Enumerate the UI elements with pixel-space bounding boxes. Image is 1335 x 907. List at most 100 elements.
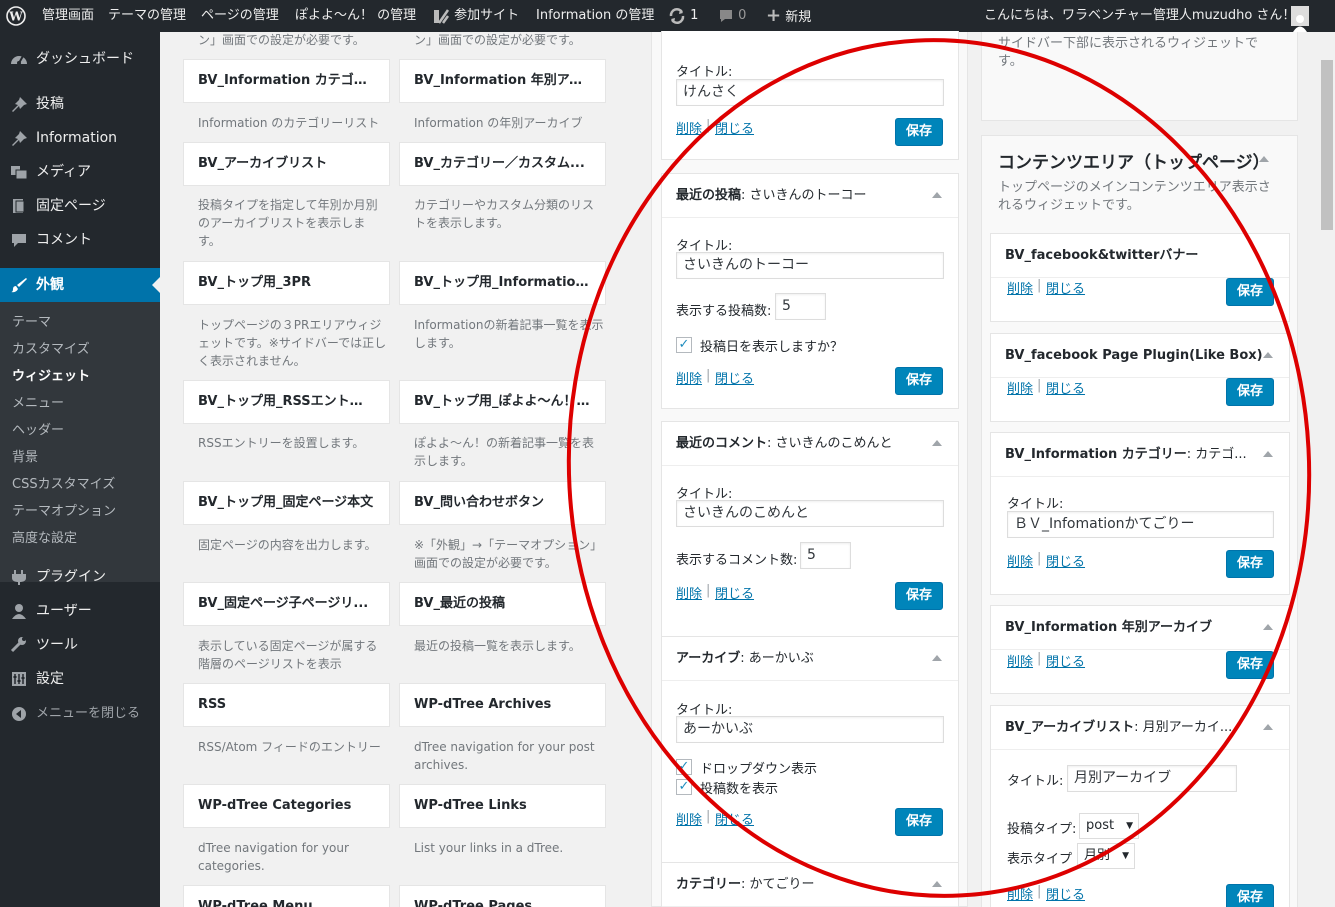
menu-item-appearance[interactable]: 外観	[0, 268, 160, 302]
count-input[interactable]: 5	[800, 542, 851, 569]
collapse-arrow-icon[interactable]	[932, 881, 942, 887]
save-button[interactable]: 保存	[895, 118, 943, 146]
collapse-arrow-icon[interactable]	[1263, 624, 1273, 630]
dropdown-checkbox[interactable]: ✓	[676, 759, 692, 775]
widget-item[interactable]: BV_トップ用_3PR	[183, 261, 390, 305]
menu-item-tools[interactable]: ツール	[0, 628, 160, 662]
show-count-checkbox[interactable]: ✓	[676, 779, 692, 795]
menu-item-dashboard[interactable]: ダッシュボード	[0, 42, 160, 76]
collapse-arrow-icon[interactable]	[1263, 352, 1273, 358]
page-scrollbar[interactable]	[1319, 32, 1335, 907]
menu-item-plugins[interactable]: プラグイン	[0, 560, 160, 594]
widget-item[interactable]: WP-dTree Archives	[399, 683, 606, 727]
submenu-header[interactable]: ヘッダー	[12, 418, 64, 444]
menu-item-information[interactable]: Information	[0, 121, 160, 155]
save-button[interactable]: 保存	[1226, 278, 1274, 306]
save-button[interactable]: 保存	[895, 808, 943, 836]
admin-bar-theme-manage[interactable]: テーマの管理	[108, 0, 186, 32]
delete-link[interactable]: 削除	[1007, 278, 1033, 297]
widget-item[interactable]: WP-dTree Links	[399, 784, 606, 828]
widget-item[interactable]: BV_Information カテゴリー	[183, 59, 390, 103]
close-link[interactable]: 閉じる	[1046, 651, 1085, 670]
post-type-select[interactable]: post ▼	[1079, 813, 1139, 839]
display-type-select[interactable]: 月別 ▼	[1077, 843, 1135, 869]
title-input[interactable]: けんさく	[676, 79, 944, 106]
widget-item[interactable]: WP-dTree Menu	[183, 885, 390, 907]
widget-header[interactable]: BV_facebook Page Plugin(Like Box)	[991, 334, 1289, 378]
widget-item[interactable]: BV_トップ用_Information ...	[399, 261, 606, 305]
admin-bar-poyoyo-manage[interactable]: ぽよよ〜ん！ の管理	[295, 0, 416, 32]
title-input[interactable]: さいきんのこめんと	[676, 500, 944, 527]
collapse-arrow-icon[interactable]	[1263, 451, 1273, 457]
widget-header[interactable]: BV_facebook&twitterバナー	[991, 234, 1289, 278]
area-collapse-arrow-icon[interactable]	[1259, 156, 1269, 162]
submenu-widgets[interactable]: ウィジェット	[12, 364, 90, 390]
save-button[interactable]: 保存	[895, 367, 943, 395]
submenu-menus[interactable]: メニュー	[12, 391, 64, 417]
widget-item[interactable]: WP-dTree Pages	[399, 885, 606, 907]
show-date-checkbox[interactable]: ✓	[676, 337, 692, 353]
widget-header[interactable]: カテゴリー: かてごりー	[662, 863, 958, 907]
widget-item[interactable]: WP-dTree Categories	[183, 784, 390, 828]
submenu-background[interactable]: 背景	[12, 445, 38, 471]
wordpress-logo-icon[interactable]: W	[6, 0, 26, 32]
widget-item[interactable]: RSS	[183, 683, 390, 727]
widget-item[interactable]: BV_固定ページ子ページリ...	[183, 582, 390, 626]
admin-bar-new[interactable]: + 新規	[766, 0, 811, 32]
delete-link[interactable]: 削除	[676, 583, 702, 602]
widget-header[interactable]: 最近の投稿: さいきんのトーコー	[662, 174, 958, 218]
widget-item[interactable]: BV_トップ用_ぽよよ〜ん！...	[399, 380, 606, 424]
delete-link[interactable]: 削除	[1007, 378, 1033, 397]
widget-item[interactable]: BV_問い合わせボタン	[399, 481, 606, 525]
widget-header[interactable]: 最近のコメント: さいきんのこめんと	[662, 422, 958, 466]
menu-item-posts[interactable]: 投稿	[0, 87, 160, 121]
save-button[interactable]: 保存	[1226, 884, 1274, 907]
widget-header[interactable]: BV_Information 年別アーカイブ	[991, 606, 1289, 650]
menu-collapse[interactable]: メニューを閉じる	[0, 697, 160, 731]
widget-item[interactable]: BV_最近の投稿	[399, 582, 606, 626]
area-title[interactable]: コンテンツエリア（トップページ）	[998, 148, 1270, 173]
submenu-css[interactable]: CSSカスタマイズ	[12, 472, 115, 498]
delete-link[interactable]: 削除	[1007, 884, 1033, 903]
delete-link[interactable]: 削除	[676, 368, 702, 387]
count-input[interactable]: 5	[775, 293, 826, 320]
admin-bar-comments[interactable]: 0	[718, 0, 746, 32]
close-link[interactable]: 閉じる	[1046, 551, 1085, 570]
admin-bar-visit-site[interactable]: 参加サイト	[432, 0, 519, 32]
delete-link[interactable]: 削除	[1007, 551, 1033, 570]
close-link[interactable]: 閉じる	[1046, 884, 1085, 903]
delete-link[interactable]: 削除	[1007, 651, 1033, 670]
widget-header[interactable]: BV_アーカイブリスト: 月別アーカイ...	[991, 706, 1289, 750]
save-button[interactable]: 保存	[1226, 378, 1274, 406]
collapse-arrow-icon[interactable]	[932, 440, 942, 446]
menu-item-users[interactable]: ユーザー	[0, 594, 160, 628]
menu-item-settings[interactable]: 設定	[0, 662, 160, 696]
widget-item[interactable]: BV_カテゴリー／カスタム...	[399, 142, 606, 186]
admin-bar-updates[interactable]: 1	[668, 0, 698, 32]
delete-link[interactable]: 削除	[676, 809, 702, 828]
title-input[interactable]: あーかいぶ	[676, 716, 944, 743]
avatar[interactable]	[1291, 6, 1309, 32]
collapse-arrow-icon[interactable]	[932, 192, 942, 198]
save-button[interactable]: 保存	[895, 582, 943, 610]
save-button[interactable]: 保存	[1226, 550, 1274, 578]
widget-header[interactable]: アーカイブ: あーかいぶ	[662, 637, 958, 681]
scrollbar-thumb[interactable]	[1321, 60, 1333, 230]
submenu-customize[interactable]: カスタマイズ	[12, 337, 90, 363]
close-link[interactable]: 閉じる	[715, 368, 754, 387]
admin-bar-dashboard[interactable]: 管理画面	[42, 0, 94, 32]
widget-item[interactable]: BV_トップ用_RSSエントリー	[183, 380, 390, 424]
title-input[interactable]: ＢＶ_Infomationかてごりー	[1007, 511, 1274, 538]
close-link[interactable]: 閉じる	[715, 809, 754, 828]
collapse-arrow-icon[interactable]	[932, 655, 942, 661]
collapse-arrow-icon[interactable]	[1263, 724, 1273, 730]
delete-link[interactable]: 削除	[676, 118, 702, 137]
menu-item-pages[interactable]: 固定ページ	[0, 189, 160, 223]
widget-header[interactable]: BV_Information カテゴリー: カテゴ...	[991, 433, 1289, 477]
save-button[interactable]: 保存	[1226, 651, 1274, 679]
admin-bar-page-manage[interactable]: ページの管理	[201, 0, 279, 32]
close-link[interactable]: 閉じる	[715, 583, 754, 602]
widget-item[interactable]: BV_アーカイブリスト	[183, 142, 390, 186]
submenu-advanced[interactable]: 高度な設定	[12, 526, 77, 552]
close-link[interactable]: 閉じる	[1046, 378, 1085, 397]
